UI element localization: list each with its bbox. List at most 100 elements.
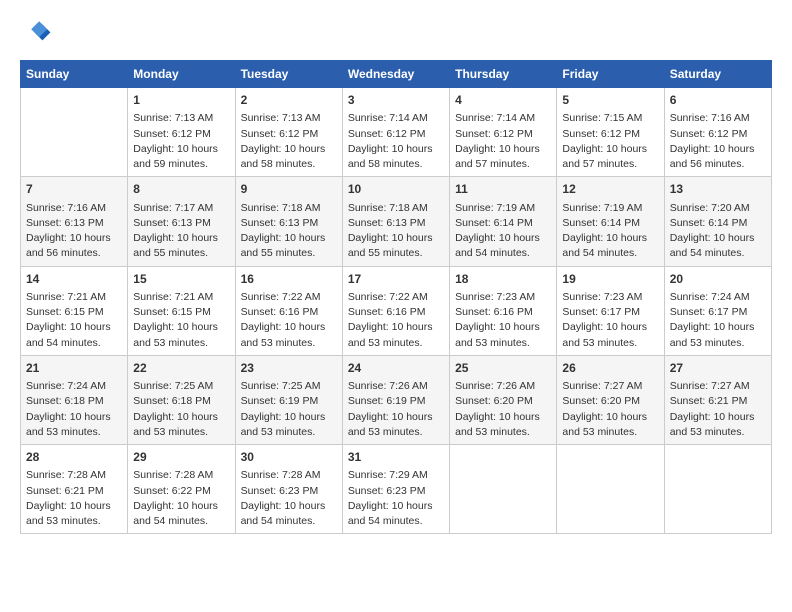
cell-2-2: 8Sunrise: 7:17 AMSunset: 6:13 PMDaylight… — [128, 177, 235, 266]
cell-4-7: 27Sunrise: 7:27 AMSunset: 6:21 PMDayligh… — [664, 355, 771, 444]
sunset: Sunset: 6:16 PM — [241, 306, 319, 318]
sunset: Sunset: 6:17 PM — [670, 306, 748, 318]
day-number: 8 — [133, 181, 229, 198]
cell-1-4: 3Sunrise: 7:14 AMSunset: 6:12 PMDaylight… — [342, 88, 449, 177]
day-number: 6 — [670, 92, 766, 109]
col-header-tuesday: Tuesday — [235, 61, 342, 88]
cell-1-5: 4Sunrise: 7:14 AMSunset: 6:12 PMDaylight… — [450, 88, 557, 177]
sunset: Sunset: 6:13 PM — [241, 217, 319, 229]
cell-3-5: 18Sunrise: 7:23 AMSunset: 6:16 PMDayligh… — [450, 266, 557, 355]
day-number: 24 — [348, 360, 444, 377]
sunrise: Sunrise: 7:13 AM — [241, 112, 321, 124]
cell-1-2: 1Sunrise: 7:13 AMSunset: 6:12 PMDaylight… — [128, 88, 235, 177]
sunrise: Sunrise: 7:21 AM — [133, 291, 213, 303]
daylight: Daylight: 10 hours and 53 minutes. — [455, 411, 540, 438]
week-row-2: 7 Sunrise: 7:16 AM Sunset: 6:13 PM Daylight… — [21, 177, 772, 266]
day-number: 17 — [348, 271, 444, 288]
daylight: Daylight: 10 hours and 55 minutes. — [133, 232, 218, 259]
daylight: Daylight: 10 hours and 58 minutes. — [348, 143, 433, 170]
sunrise: Sunrise: 7:26 AM — [455, 380, 535, 392]
cell-4-4: 24Sunrise: 7:26 AMSunset: 6:19 PMDayligh… — [342, 355, 449, 444]
sunrise: Sunrise: 7:20 AM — [670, 202, 750, 214]
cell-3-2: 15Sunrise: 7:21 AMSunset: 6:15 PMDayligh… — [128, 266, 235, 355]
sunrise: Sunrise: 7:24 AM — [670, 291, 750, 303]
daylight: Daylight: 10 hours and 53 minutes. — [133, 411, 218, 438]
daylight: Daylight: 10 hours and 53 minutes. — [241, 321, 326, 348]
day-number: 1 — [133, 92, 229, 109]
daylight: Daylight: 10 hours and 57 minutes. — [455, 143, 540, 170]
day-number: 14 — [26, 271, 122, 288]
day-number: 7 — [26, 181, 122, 198]
col-header-sunday: Sunday — [21, 61, 128, 88]
calendar-table: SundayMondayTuesdayWednesdayThursdayFrid… — [20, 60, 772, 534]
sunrise: Sunrise: 7:22 AM — [241, 291, 321, 303]
cell-4-6: 26Sunrise: 7:27 AMSunset: 6:20 PMDayligh… — [557, 355, 664, 444]
daylight: Daylight: 10 hours and 58 minutes. — [241, 143, 326, 170]
cell-4-1: 21Sunrise: 7:24 AMSunset: 6:18 PMDayligh… — [21, 355, 128, 444]
daylight: Daylight: 10 hours and 53 minutes. — [455, 321, 540, 348]
daylight: Daylight: 10 hours and 54 minutes. — [455, 232, 540, 259]
cell-2-6: 12Sunrise: 7:19 AMSunset: 6:14 PMDayligh… — [557, 177, 664, 266]
logo — [20, 18, 56, 50]
header-row: SundayMondayTuesdayWednesdayThursdayFrid… — [21, 61, 772, 88]
day-number: 30 — [241, 449, 337, 466]
sunset: Sunset: 6:22 PM — [133, 485, 211, 497]
col-header-monday: Monday — [128, 61, 235, 88]
sunrise: Sunrise: 7:18 AM — [241, 202, 321, 214]
sunset: Sunset: 6:12 PM — [241, 128, 319, 140]
sunrise: Sunrise: 7:22 AM — [348, 291, 428, 303]
sunset: Sunset: 6:21 PM — [670, 395, 748, 407]
daylight: Daylight: 10 hours and 54 minutes. — [562, 232, 647, 259]
day-number: 3 — [348, 92, 444, 109]
daylight: Daylight: 10 hours and 54 minutes. — [670, 232, 755, 259]
daylight: Daylight: 10 hours and 54 minutes. — [348, 500, 433, 527]
sunrise: Sunrise: 7:23 AM — [455, 291, 535, 303]
day-number: 20 — [670, 271, 766, 288]
cell-1-7: 6Sunrise: 7:16 AMSunset: 6:12 PMDaylight… — [664, 88, 771, 177]
sunrise: Sunrise: 7:24 AM — [26, 380, 106, 392]
day-number: 31 — [348, 449, 444, 466]
cell-5-5 — [450, 445, 557, 534]
sunset: Sunset: 6:12 PM — [455, 128, 533, 140]
daylight: Daylight: 10 hours and 59 minutes. — [133, 143, 218, 170]
day-number: 2 — [241, 92, 337, 109]
sunset: Sunset: 6:15 PM — [133, 306, 211, 318]
sunrise: Sunrise: 7:23 AM — [562, 291, 642, 303]
cell-3-6: 19Sunrise: 7:23 AMSunset: 6:17 PMDayligh… — [557, 266, 664, 355]
cell-2-5: 11Sunrise: 7:19 AMSunset: 6:14 PMDayligh… — [450, 177, 557, 266]
sunset: Sunset: 6:12 PM — [562, 128, 640, 140]
sunset: Sunset: 6:13 PM — [26, 217, 104, 229]
day-number: 15 — [133, 271, 229, 288]
sunrise: Sunrise: 7:16 AM — [26, 202, 106, 214]
sunset: Sunset: 6:16 PM — [348, 306, 426, 318]
sunset: Sunset: 6:18 PM — [26, 395, 104, 407]
sunset: Sunset: 6:17 PM — [562, 306, 640, 318]
cell-3-3: 16Sunrise: 7:22 AMSunset: 6:16 PMDayligh… — [235, 266, 342, 355]
daylight: Daylight: 10 hours and 55 minutes. — [348, 232, 433, 259]
col-header-thursday: Thursday — [450, 61, 557, 88]
week-row-1: 1 Sunrise: 7:13 AM Sunset: 6:12 PM Daylight… — [21, 88, 772, 177]
sunrise: Sunrise: 7:25 AM — [133, 380, 213, 392]
sunrise: Sunrise: 7:18 AM — [348, 202, 428, 214]
sunset: Sunset: 6:12 PM — [348, 128, 426, 140]
sunset: Sunset: 6:14 PM — [455, 217, 533, 229]
cell-1-1 — [21, 88, 128, 177]
sunrise: Sunrise: 7:28 AM — [133, 469, 213, 481]
sunset: Sunset: 6:20 PM — [455, 395, 533, 407]
daylight: Daylight: 10 hours and 53 minutes. — [26, 500, 111, 527]
sunrise: Sunrise: 7:16 AM — [670, 112, 750, 124]
sunset: Sunset: 6:19 PM — [241, 395, 319, 407]
day-number: 29 — [133, 449, 229, 466]
sunrise: Sunrise: 7:14 AM — [455, 112, 535, 124]
sunrise: Sunrise: 7:28 AM — [26, 469, 106, 481]
day-number: 5 — [562, 92, 658, 109]
daylight: Daylight: 10 hours and 53 minutes. — [348, 321, 433, 348]
daylight: Daylight: 10 hours and 56 minutes. — [26, 232, 111, 259]
daylight: Daylight: 10 hours and 53 minutes. — [562, 321, 647, 348]
cell-5-4: 31Sunrise: 7:29 AMSunset: 6:23 PMDayligh… — [342, 445, 449, 534]
sunrise: Sunrise: 7:13 AM — [133, 112, 213, 124]
sunrise: Sunrise: 7:17 AM — [133, 202, 213, 214]
sunset: Sunset: 6:20 PM — [562, 395, 640, 407]
day-number: 23 — [241, 360, 337, 377]
sunset: Sunset: 6:23 PM — [241, 485, 319, 497]
